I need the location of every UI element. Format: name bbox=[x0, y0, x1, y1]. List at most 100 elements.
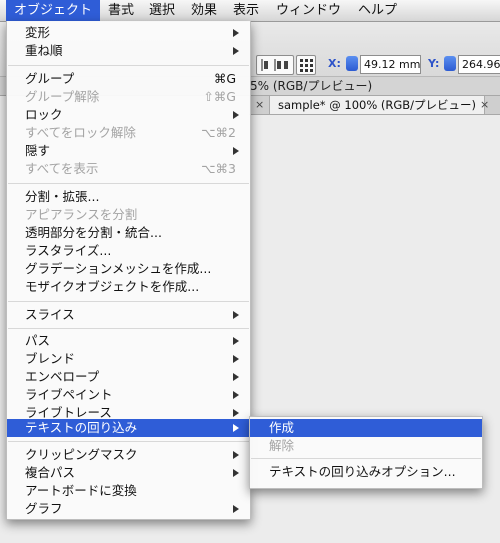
menu-item-lock[interactable]: ロック bbox=[7, 106, 250, 124]
submenu-arrow-icon bbox=[233, 469, 239, 477]
x-input[interactable]: 49.12 mm bbox=[360, 55, 421, 74]
menu-window[interactable]: ウィンドウ bbox=[268, 0, 349, 21]
submenu-item-label: テキストの回り込みオプション... bbox=[269, 464, 456, 479]
menu-item-slice[interactable]: スライス bbox=[7, 306, 250, 324]
menu-item-shortcut: ⌥⌘3 bbox=[201, 161, 236, 176]
menu-item-label: 変形 bbox=[25, 25, 51, 40]
close-tab-icon[interactable]: × bbox=[480, 98, 489, 111]
menu-item-label: ラスタライズ... bbox=[25, 243, 112, 258]
tab-previous-title: 5% (RGB/プレビュー) bbox=[250, 79, 373, 93]
submenu-item-label: 作成 bbox=[269, 420, 295, 435]
menu-separator bbox=[251, 458, 481, 459]
menu-item-label: ブレンド bbox=[25, 351, 76, 366]
menu-item-graph[interactable]: グラフ bbox=[7, 500, 250, 518]
menu-item-label: グラデーションメッシュを作成... bbox=[25, 261, 212, 276]
menu-item-label: グループ bbox=[25, 71, 75, 86]
x-stepper[interactable] bbox=[346, 56, 358, 71]
menu-item-label: 重ね順 bbox=[25, 43, 63, 58]
y-input[interactable]: 264.962 bbox=[458, 55, 500, 74]
submenu-arrow-icon bbox=[233, 29, 239, 37]
menu-item-label: 複合パス bbox=[25, 465, 76, 480]
tab-sample-document[interactable]: sample* @ 100% (RGB/プレビュー) bbox=[269, 96, 486, 114]
menu-item-shortcut: ⌘G bbox=[213, 71, 236, 86]
menu-item-label: ロック bbox=[25, 107, 63, 122]
menu-effect[interactable]: 効果 bbox=[183, 0, 225, 21]
submenu-arrow-icon bbox=[233, 391, 239, 399]
submenu-arrow-icon bbox=[233, 451, 239, 459]
menu-item-shortcut: ⌥⌘2 bbox=[201, 125, 236, 140]
menu-separator bbox=[8, 65, 249, 66]
menu-item-unlock-all[interactable]: すべてをロック解除 ⌥⌘2 bbox=[7, 124, 250, 142]
menu-item-envelope[interactable]: エンベロープ bbox=[7, 368, 250, 386]
menu-item-label: グループ解除 bbox=[25, 89, 100, 104]
object-menu-dropdown: 変形 重ね順 グループ ⌘G グループ解除 ⇧⌘G ロック すべてをロック解除 … bbox=[6, 21, 251, 520]
submenu-arrow-icon bbox=[233, 337, 239, 345]
submenu-item-make[interactable]: 作成 bbox=[250, 419, 482, 437]
menu-item-label: グラフ bbox=[25, 501, 63, 516]
menu-item-gradient-mesh[interactable]: グラデーションメッシュを作成... bbox=[7, 260, 250, 278]
submenu-arrow-icon bbox=[233, 311, 239, 319]
menu-item-hide[interactable]: 隠す bbox=[7, 142, 250, 160]
submenu-arrow-icon bbox=[233, 424, 239, 432]
menu-object[interactable]: オブジェクト bbox=[6, 0, 101, 21]
menu-item-live-paint[interactable]: ライブペイント bbox=[7, 386, 250, 404]
menu-separator bbox=[8, 183, 249, 184]
tab-sample-title: sample* @ 100% (RGB/プレビュー) bbox=[278, 98, 477, 112]
align-icon bbox=[261, 59, 288, 71]
menu-item-label: スライス bbox=[25, 307, 75, 322]
menu-help[interactable]: ヘルプ bbox=[350, 0, 405, 21]
align-buttons[interactable] bbox=[256, 55, 294, 75]
menu-separator bbox=[8, 301, 249, 302]
menu-item-label: ライブペイント bbox=[25, 387, 113, 402]
menu-separator bbox=[8, 328, 249, 329]
tab-previous-document[interactable]: 5% (RGB/プレビュー) bbox=[244, 77, 378, 95]
submenu-item-text-wrap-options[interactable]: テキストの回り込みオプション... bbox=[250, 463, 482, 481]
submenu-item-label: 解除 bbox=[269, 438, 295, 453]
menu-separator bbox=[8, 441, 249, 442]
menu-item-text-wrap[interactable]: テキストの回り込み bbox=[7, 419, 250, 437]
menu-item-label: パス bbox=[25, 333, 51, 348]
menu-item-compound-path[interactable]: 複合パス bbox=[7, 464, 250, 482]
menu-item-clipping-mask[interactable]: クリッピングマスク bbox=[7, 446, 250, 464]
menu-item-label: すべてをロック解除 bbox=[25, 125, 136, 140]
menu-item-label: テキストの回り込み bbox=[25, 420, 138, 435]
y-stepper[interactable] bbox=[444, 56, 456, 71]
menu-item-mosaic[interactable]: モザイクオブジェクトを作成... bbox=[7, 278, 250, 296]
menu-item-label: すべてを表示 bbox=[25, 161, 99, 176]
submenu-item-release[interactable]: 解除 bbox=[250, 437, 482, 455]
menu-bar: オブジェクト 書式 選択 効果 表示 ウィンドウ ヘルプ bbox=[0, 0, 500, 22]
menu-item-label: 隠す bbox=[25, 143, 51, 158]
menu-item-expand[interactable]: 分割・拡張... bbox=[7, 188, 250, 206]
submenu-arrow-icon bbox=[233, 47, 239, 55]
menu-item-group[interactable]: グループ ⌘G bbox=[7, 70, 250, 88]
menu-item-arrange[interactable]: 重ね順 bbox=[7, 42, 250, 60]
submenu-arrow-icon bbox=[233, 505, 239, 513]
menu-item-label: アピアランスを分割 bbox=[25, 207, 138, 222]
menu-select[interactable]: 選択 bbox=[141, 0, 183, 21]
menu-item-flatten-transparency[interactable]: 透明部分を分割・統合... bbox=[7, 224, 250, 242]
menu-view[interactable]: 表示 bbox=[225, 0, 267, 21]
x-label: X: bbox=[328, 57, 341, 70]
close-tab-icon[interactable]: × bbox=[255, 98, 264, 111]
menu-item-blend[interactable]: ブレンド bbox=[7, 350, 250, 368]
menu-item-expand-appearance[interactable]: アピアランスを分割 bbox=[7, 206, 250, 224]
menu-item-ungroup[interactable]: グループ解除 ⇧⌘G bbox=[7, 88, 250, 106]
menu-item-path[interactable]: パス bbox=[7, 332, 250, 350]
menu-item-shortcut: ⇧⌘G bbox=[203, 89, 236, 104]
reference-point-button[interactable] bbox=[296, 55, 316, 75]
text-wrap-submenu: 作成 解除 テキストの回り込みオプション... bbox=[249, 416, 483, 489]
menu-item-convert-to-artboards[interactable]: アートボードに変換 bbox=[7, 482, 250, 500]
submenu-arrow-icon bbox=[233, 409, 239, 417]
submenu-arrow-icon bbox=[233, 355, 239, 363]
menu-item-label: クリッピングマスク bbox=[25, 447, 138, 462]
menu-item-label: モザイクオブジェクトを作成... bbox=[25, 279, 200, 294]
menu-item-transform[interactable]: 変形 bbox=[7, 24, 250, 42]
menu-type[interactable]: 書式 bbox=[100, 0, 142, 21]
menu-item-label: 透明部分を分割・統合... bbox=[25, 225, 162, 240]
submenu-arrow-icon bbox=[233, 373, 239, 381]
submenu-arrow-icon bbox=[233, 147, 239, 155]
menu-item-show-all[interactable]: すべてを表示 ⌥⌘3 bbox=[7, 160, 250, 178]
menu-item-label: エンベロープ bbox=[25, 369, 100, 384]
menu-item-rasterize[interactable]: ラスタライズ... bbox=[7, 242, 250, 260]
reference-point-icon bbox=[300, 59, 313, 72]
